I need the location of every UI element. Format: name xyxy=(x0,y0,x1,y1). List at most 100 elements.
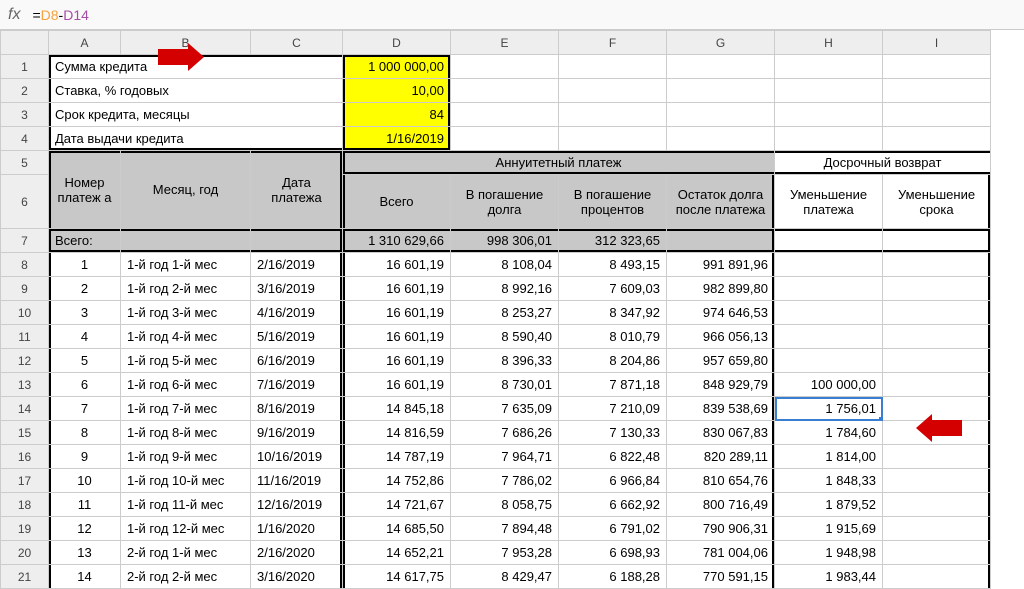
cell-H[interactable] xyxy=(775,301,883,325)
cell-E[interactable]: 7 964,71 xyxy=(451,445,559,469)
cell-C[interactable]: 1/16/2020 xyxy=(251,517,343,541)
cell-B[interactable]: 1-й год 6-й мес xyxy=(121,373,251,397)
cell-G4[interactable] xyxy=(667,127,775,151)
cell-C[interactable]: 10/16/2019 xyxy=(251,445,343,469)
row-header[interactable]: 15 xyxy=(1,421,49,445)
cell-B[interactable]: 1-й год 8-й мес xyxy=(121,421,251,445)
cell-A[interactable]: 7 xyxy=(49,397,121,421)
cell-H[interactable] xyxy=(775,277,883,301)
cell-E[interactable]: 8 992,16 xyxy=(451,277,559,301)
cell-E1[interactable] xyxy=(451,55,559,79)
cell-H[interactable]: 1 756,01 xyxy=(775,397,883,421)
row-header-2[interactable]: 2 xyxy=(1,79,49,103)
cell-H[interactable]: 1 948,98 xyxy=(775,541,883,565)
cell-I[interactable] xyxy=(883,493,991,517)
cell-B[interactable]: 2-й год 1-й мес xyxy=(121,541,251,565)
cell-A[interactable]: 3 xyxy=(49,301,121,325)
cell-G[interactable]: 848 929,79 xyxy=(667,373,775,397)
row-header-4[interactable]: 4 xyxy=(1,127,49,151)
cell-F[interactable]: 7 609,03 xyxy=(559,277,667,301)
cell-H[interactable]: 1 879,52 xyxy=(775,493,883,517)
cell-G2[interactable] xyxy=(667,79,775,103)
cell-E7[interactable]: 998 306,01 xyxy=(451,229,559,253)
cell-E[interactable]: 7 686,26 xyxy=(451,421,559,445)
cell-D2[interactable]: 10,00 xyxy=(343,79,451,103)
cell-H[interactable] xyxy=(775,325,883,349)
cell-B[interactable]: 1-й год 7-й мес xyxy=(121,397,251,421)
cell-D[interactable]: 16 601,19 xyxy=(343,349,451,373)
row-header[interactable]: 14 xyxy=(1,397,49,421)
cell-C7[interactable] xyxy=(251,229,343,253)
cell-I[interactable] xyxy=(883,301,991,325)
col-header-E[interactable]: E xyxy=(451,31,559,55)
cell-D[interactable]: 14 816,59 xyxy=(343,421,451,445)
cell-C[interactable]: 11/16/2019 xyxy=(251,469,343,493)
hdr-remain[interactable]: Остаток долга после платежа xyxy=(667,175,775,229)
cell-F[interactable]: 8 204,86 xyxy=(559,349,667,373)
cell-C[interactable]: 2/16/2019 xyxy=(251,253,343,277)
cell-H3[interactable] xyxy=(775,103,883,127)
cell-D[interactable]: 14 787,19 xyxy=(343,445,451,469)
cell-E3[interactable] xyxy=(451,103,559,127)
cell-C[interactable]: 6/16/2019 xyxy=(251,349,343,373)
cell-I[interactable] xyxy=(883,325,991,349)
row-header[interactable]: 19 xyxy=(1,517,49,541)
cell-B[interactable]: 1-й год 9-й мес xyxy=(121,445,251,469)
cell-G[interactable]: 790 906,31 xyxy=(667,517,775,541)
cell-D7[interactable]: 1 310 629,66 xyxy=(343,229,451,253)
cell-G[interactable]: 957 659,80 xyxy=(667,349,775,373)
col-header-C[interactable]: C xyxy=(251,31,343,55)
row-header[interactable]: 13 xyxy=(1,373,49,397)
cell-I2[interactable] xyxy=(883,79,991,103)
cell-D[interactable]: 16 601,19 xyxy=(343,325,451,349)
cell-D3[interactable]: 84 xyxy=(343,103,451,127)
cell-D[interactable]: 14 721,67 xyxy=(343,493,451,517)
cell-A[interactable]: 9 xyxy=(49,445,121,469)
cell-G3[interactable] xyxy=(667,103,775,127)
cell-C[interactable]: 3/16/2019 xyxy=(251,277,343,301)
col-header-D[interactable]: D xyxy=(343,31,451,55)
cell-H[interactable]: 1 814,00 xyxy=(775,445,883,469)
cell-E4[interactable] xyxy=(451,127,559,151)
hdr-debt[interactable]: В погашение долга xyxy=(451,175,559,229)
cell-C[interactable]: 8/16/2019 xyxy=(251,397,343,421)
cell-F7[interactable]: 312 323,65 xyxy=(559,229,667,253)
cell-D[interactable]: 14 652,21 xyxy=(343,541,451,565)
cell-A[interactable]: 2 xyxy=(49,277,121,301)
hdr-month[interactable]: Месяц, год xyxy=(121,151,251,229)
hdr-date[interactable]: Дата платежа xyxy=(251,151,343,229)
cell-G[interactable]: 982 899,80 xyxy=(667,277,775,301)
cell-H[interactable] xyxy=(775,349,883,373)
cell-E[interactable]: 7 953,28 xyxy=(451,541,559,565)
cell-F2[interactable] xyxy=(559,79,667,103)
cell-B[interactable]: 1-й год 10-й мес xyxy=(121,469,251,493)
cell-I[interactable] xyxy=(883,541,991,565)
hdr-nomer[interactable]: Номер платеж а xyxy=(49,151,121,229)
cell-F4[interactable] xyxy=(559,127,667,151)
cell-I[interactable] xyxy=(883,277,991,301)
cell-F[interactable]: 6 966,84 xyxy=(559,469,667,493)
formula-bar[interactable]: fx =D8-D14 xyxy=(0,0,1024,30)
row-header[interactable]: 10 xyxy=(1,301,49,325)
cell-E[interactable]: 8 108,04 xyxy=(451,253,559,277)
cell-G[interactable]: 974 646,53 xyxy=(667,301,775,325)
row-header[interactable]: 9 xyxy=(1,277,49,301)
row-header-1[interactable]: 1 xyxy=(1,55,49,79)
cell-C[interactable]: 9/16/2019 xyxy=(251,421,343,445)
cell-D[interactable]: 16 601,19 xyxy=(343,253,451,277)
row-header-6[interactable]: 6 xyxy=(1,175,49,229)
cell-I1[interactable] xyxy=(883,55,991,79)
cell-D[interactable]: 16 601,19 xyxy=(343,373,451,397)
cell-A[interactable]: 1 xyxy=(49,253,121,277)
cell-D[interactable]: 14 752,86 xyxy=(343,469,451,493)
cell-A[interactable]: 11 xyxy=(49,493,121,517)
cell-H[interactable] xyxy=(775,253,883,277)
cell-E[interactable]: 8 058,75 xyxy=(451,493,559,517)
cell-G1[interactable] xyxy=(667,55,775,79)
cell-A[interactable]: 8 xyxy=(49,421,121,445)
cell-H[interactable]: 1 784,60 xyxy=(775,421,883,445)
cell-F[interactable]: 7 130,33 xyxy=(559,421,667,445)
cell-A7[interactable]: Всего: xyxy=(49,229,121,253)
corner-cell[interactable] xyxy=(1,31,49,55)
cell-E[interactable]: 7 635,09 xyxy=(451,397,559,421)
